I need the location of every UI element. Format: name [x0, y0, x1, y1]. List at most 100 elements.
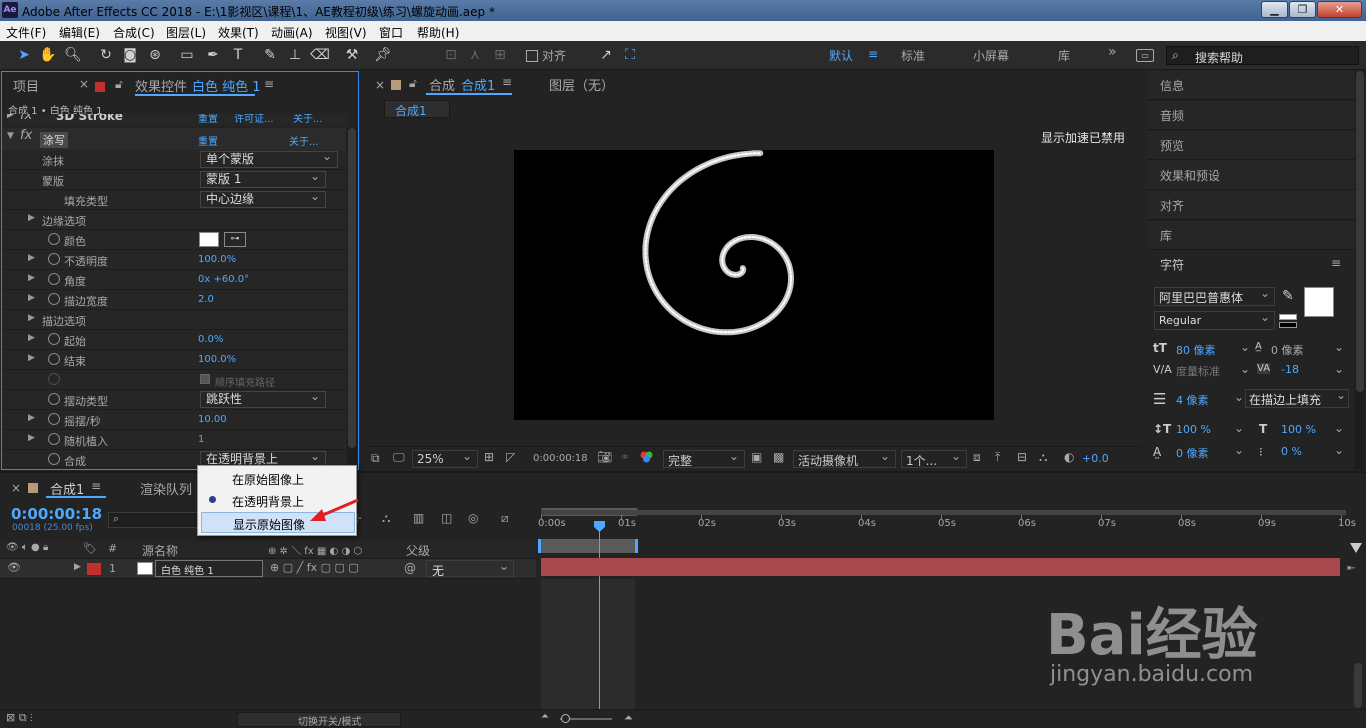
search-help-box[interactable]: ⌕ 搜索帮助: [1166, 46, 1359, 65]
property-value[interactable]: 0x +60.0°: [198, 274, 249, 285]
comp-sub-tab[interactable]: 合成1: [395, 102, 427, 119]
stroke-width-value[interactable]: 4 像素: [1176, 392, 1209, 408]
panel-menu-icon[interactable]: ≡: [264, 77, 274, 91]
selection-tool-icon[interactable]: ➤: [14, 45, 34, 65]
effect-property-row[interactable]: 颜色 ⊶: [2, 230, 346, 250]
lock-icon[interactable]: 🔓︎: [115, 77, 123, 92]
stopwatch-icon[interactable]: [48, 333, 60, 345]
character-panel-menu-icon[interactable]: ≡: [1331, 256, 1341, 270]
chevron-down-icon[interactable]: ⌄: [1240, 362, 1250, 376]
view-axis-icon[interactable]: ⊞: [490, 45, 510, 65]
current-time-indicator[interactable]: [599, 521, 600, 728]
font-family-dropdown[interactable]: 阿里巴巴普惠体 ⌄: [1154, 286, 1275, 306]
about-3d-stroke-link[interactable]: 关于...: [293, 114, 323, 125]
effect-property-row[interactable]: 蒙版 蒙版 1: [2, 169, 346, 190]
fx-icon[interactable]: fx: [20, 114, 32, 123]
chevron-down-icon[interactable]: ⌄: [1240, 340, 1250, 354]
layer-row[interactable]: 👁︎ ▶ 1 白色 纯色 1 ⊕ ▢ ╱ fx ▢ ▢ ▢ @ 无 ⌄: [0, 559, 536, 579]
pan-behind-tool-icon[interactable]: ⊛: [145, 45, 165, 65]
property-value[interactable]: 10.00: [198, 414, 227, 425]
popup-item-on-original[interactable]: 在原始图像上: [201, 468, 355, 489]
toggle-switches-modes-button[interactable]: 切换开关/模式: [237, 712, 401, 728]
zoom-in-icon[interactable]: ⏶: [624, 711, 633, 725]
layer-label-color[interactable]: [87, 563, 101, 575]
tracking-value[interactable]: -18: [1281, 363, 1299, 376]
rectangle-tool-icon[interactable]: ▭: [177, 45, 197, 65]
graph-editor-icon[interactable]: ◎: [468, 511, 478, 525]
source-name-header[interactable]: 源名称: [142, 542, 178, 559]
timeline-tab-menu-icon[interactable]: ≡: [91, 479, 101, 493]
effect-property-row[interactable]: ▶ 描边宽度 2.0: [2, 290, 346, 310]
comp-tab-label[interactable]: 合成: [429, 75, 455, 94]
leading-value[interactable]: 0 像素: [1271, 342, 1304, 358]
stopwatch-icon[interactable]: [48, 393, 60, 405]
local-axis-icon[interactable]: ⊡: [441, 45, 461, 65]
monitor-icon[interactable]: 🖵︎: [393, 450, 405, 465]
property-expand-arrow[interactable]: ▶: [28, 353, 35, 363]
fx-icon[interactable]: fx: [20, 128, 32, 143]
panel-audio[interactable]: 音频: [1147, 101, 1355, 130]
font-style-dropdown[interactable]: Regular ⌄: [1154, 310, 1275, 330]
property-dropdown[interactable]: 跳跃性: [200, 389, 326, 408]
font-size-value[interactable]: 80 像素: [1176, 342, 1216, 358]
effect-name-scribble[interactable]: 涂写: [40, 132, 68, 148]
property-value[interactable]: 100.0%: [198, 254, 236, 265]
right-panel-scrollbar[interactable]: [1355, 71, 1365, 470]
effect-property-row[interactable]: ▶ 角度 0x +60.0°: [2, 270, 346, 290]
chevron-down-icon[interactable]: ⌄: [1334, 362, 1344, 376]
effect-property-row[interactable]: 顺序填充路径: [2, 370, 346, 390]
menu-window[interactable]: 窗口: [379, 24, 403, 41]
type-tool-icon[interactable]: T: [228, 45, 248, 65]
stopwatch-icon[interactable]: [48, 433, 60, 445]
swap-colors-white-icon[interactable]: [1279, 314, 1297, 320]
stopwatch-icon[interactable]: [48, 253, 60, 265]
chevron-down-icon[interactable]: ⌄: [1234, 443, 1244, 457]
property-expand-arrow[interactable]: ▶: [28, 253, 35, 263]
menu-file[interactable]: 文件(F): [6, 24, 46, 41]
fill-color-swatch[interactable]: [1304, 287, 1334, 317]
panel-effects-presets[interactable]: 效果和预设: [1147, 161, 1355, 190]
property-expand-arrow[interactable]: ▶: [28, 213, 35, 223]
panel-align[interactable]: 对齐: [1147, 191, 1355, 220]
chevron-down-icon[interactable]: ⌄: [1334, 443, 1344, 457]
sync-settings-icon[interactable]: ▭: [1136, 49, 1154, 62]
reset-exposure-icon[interactable]: ◐: [1064, 450, 1074, 464]
color-swatch[interactable]: [199, 232, 219, 247]
composition-canvas[interactable]: [514, 150, 994, 420]
camera-dropdown[interactable]: 活动摄像机 ⌄: [793, 449, 896, 468]
clone-stamp-tool-icon[interactable]: ⊥: [285, 45, 305, 65]
eraser-tool-icon[interactable]: ⌫: [310, 45, 330, 65]
effect-property-row[interactable]: ▶ 描边选项: [2, 310, 346, 330]
workspace-small-screen[interactable]: 小屏幕: [973, 47, 1009, 64]
camera-tool-icon[interactable]: ◙: [120, 45, 140, 65]
eyedropper-icon[interactable]: ⊶: [224, 232, 246, 247]
menu-layer[interactable]: 图层(L): [166, 24, 206, 41]
vertical-scale-value[interactable]: 100 %: [1176, 423, 1211, 436]
resolution-dropdown[interactable]: 完整 ⌄: [663, 449, 745, 468]
zoom-dropdown[interactable]: 25% ⌄: [412, 449, 478, 468]
effect-collapse-arrow[interactable]: ▼: [7, 131, 14, 141]
flowchart-icon[interactable]: ⛬: [1039, 450, 1047, 465]
property-expand-arrow[interactable]: ▶: [28, 313, 35, 323]
license-link[interactable]: 许可证...: [234, 114, 274, 125]
workspace-default[interactable]: 默认: [829, 47, 853, 64]
horizontal-scale-value[interactable]: 100 %: [1281, 423, 1316, 436]
effect-property-row[interactable]: ▶ 边缘选项: [2, 210, 346, 230]
menu-animation[interactable]: 动画(A): [271, 24, 313, 41]
effect-property-row[interactable]: 涂抹 单个蒙版: [2, 150, 346, 170]
layer-viewer-tab[interactable]: 图层（无）: [549, 75, 614, 94]
scrollbar-thumb[interactable]: [348, 128, 356, 448]
sequential-fill-checkbox[interactable]: [200, 374, 210, 384]
stopwatch-icon[interactable]: [48, 353, 60, 365]
reset-link[interactable]: 重置: [198, 133, 218, 148]
stopwatch-icon[interactable]: [48, 453, 60, 465]
stroke-mode-dropdown[interactable]: 在描边上填充 ⌄: [1245, 388, 1349, 408]
property-expand-arrow[interactable]: ▶: [28, 273, 35, 283]
visibility-eye-icon[interactable]: 👁︎: [7, 561, 21, 574]
lock-icon[interactable]: 🔓︎: [409, 76, 417, 91]
effect-property-row[interactable]: ▶ 起始 0.0%: [2, 330, 346, 350]
workspace-more-button[interactable]: »: [1108, 44, 1117, 60]
stopwatch-icon[interactable]: [48, 413, 60, 425]
pickwhip-icon[interactable]: @: [404, 561, 416, 575]
roto-brush-tool-icon[interactable]: ⚒: [342, 45, 362, 65]
